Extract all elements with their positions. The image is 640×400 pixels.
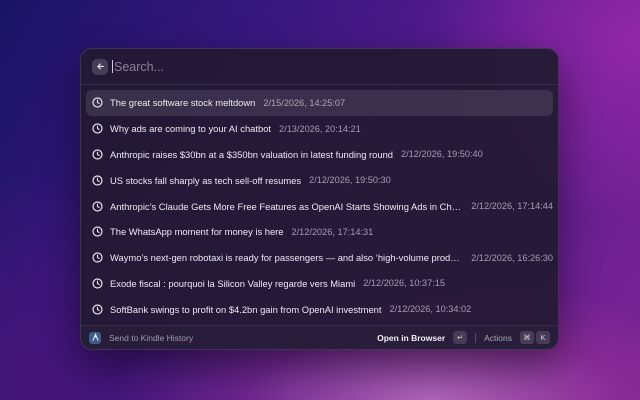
back-button[interactable] [92, 58, 108, 75]
history-item-title: Anthropic’s Claude Gets More Free Featur… [110, 200, 464, 212]
history-item-date: 2/13/2026, 20:14:21 [279, 123, 361, 134]
enter-key-hint: ↵ [453, 331, 468, 344]
history-item[interactable]: The WhatsApp moment for money is here 2/1… [86, 219, 553, 245]
history-item-date: 2/12/2026, 16:26:30 [471, 252, 553, 263]
clock-icon [92, 175, 103, 186]
history-item-date: 2/12/2026, 10:37:15 [363, 278, 446, 289]
clock-icon [92, 226, 103, 237]
footer-divider [475, 332, 477, 343]
text-caret [112, 60, 113, 73]
clock-icon [92, 97, 103, 108]
history-item-title: US stocks fall sharply as tech sell-off … [110, 174, 302, 186]
clock-icon [92, 278, 103, 289]
history-item[interactable]: Exode fiscal : pourquoi la Silicon Valle… [86, 271, 553, 297]
history-item-title: Why ads are coming to your AI chatbot [110, 123, 272, 135]
history-item[interactable]: SoftBank swings to profit on $4.2bn gain… [86, 296, 553, 322]
clock-icon [92, 304, 103, 315]
history-item-date: 2/12/2026, 19:50:30 [309, 175, 391, 186]
arrow-left-icon [96, 63, 104, 70]
history-item-date: 2/12/2026, 17:14:44 [471, 201, 553, 212]
history-item-title: SoftBank swings to profit on $4.2bn gain… [110, 303, 382, 315]
history-item-date: 2/12/2026, 10:34:02 [389, 304, 472, 315]
extension-name: Send to Kindle History [109, 332, 194, 343]
history-item-title: Anthropic raises $30bn at a $350bn valua… [110, 148, 394, 160]
clock-icon [92, 123, 103, 134]
search-bar [81, 49, 558, 85]
clock-icon [92, 149, 103, 160]
history-item[interactable]: Waymo’s next-gen robotaxi is ready for p… [86, 245, 553, 271]
history-item[interactable]: Anthropic raises $30bn at a $350bn valua… [86, 142, 553, 168]
history-item-title: The WhatsApp moment for money is here [110, 226, 284, 238]
actions-button[interactable]: Actions [484, 333, 512, 343]
history-item[interactable]: The great software stock meltdown 2/15/20… [86, 90, 553, 116]
history-item-date: 2/12/2026, 19:50:40 [401, 149, 483, 160]
k-key-hint: K [536, 331, 550, 344]
clock-icon [92, 200, 103, 212]
launcher-window: The great software stock meltdown 2/15/20… [80, 48, 559, 350]
history-item-title: The great software stock meltdown [110, 97, 256, 109]
history-item-title: Waymo’s next-gen robotaxi is ready for p… [110, 252, 464, 264]
kindle-app-icon [89, 331, 101, 344]
clock-icon [92, 252, 103, 263]
open-in-browser-button[interactable]: Open in Browser [377, 333, 445, 343]
history-item-date: 2/12/2026, 17:14:31 [291, 226, 374, 237]
history-list: The great software stock meltdown 2/15/20… [81, 85, 558, 322]
history-item-date: 2/15/2026, 14:25:07 [263, 97, 346, 108]
history-item[interactable]: Why ads are coming to your AI chatbot 2/1… [86, 116, 553, 142]
history-item[interactable]: US stocks fall sharply as tech sell-off … [86, 167, 553, 193]
kindle-reader-icon [91, 333, 99, 341]
action-bar: Send to Kindle History Open in Browser ↵… [81, 325, 558, 349]
search-input[interactable] [114, 59, 514, 74]
history-item[interactable]: Anthropic’s Claude Gets More Free Featur… [86, 193, 553, 219]
command-key-hint: ⌘ [520, 331, 534, 344]
history-item-title: Exode fiscal : pourquoi la Silicon Valle… [110, 277, 356, 289]
